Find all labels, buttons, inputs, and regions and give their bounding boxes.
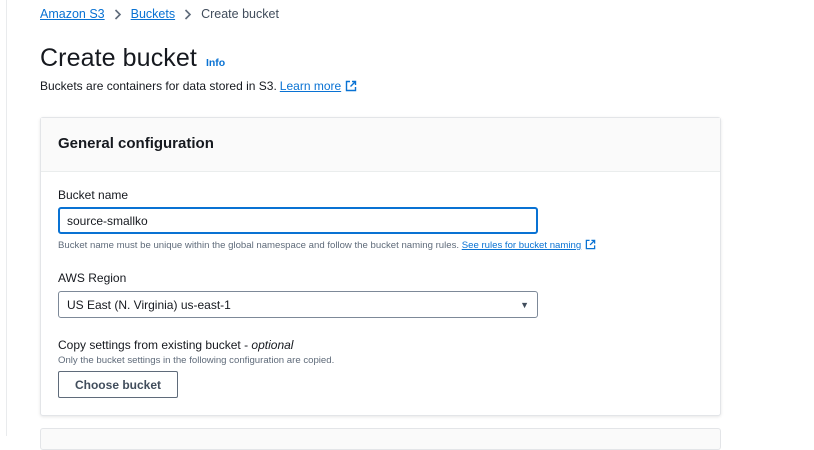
next-panel bbox=[40, 428, 721, 450]
info-link[interactable]: Info bbox=[206, 57, 225, 69]
breadcrumb: Amazon S3 Buckets Create bucket bbox=[40, 7, 279, 21]
chevron-right-icon bbox=[184, 8, 192, 20]
aws-region-label: AWS Region bbox=[58, 271, 127, 285]
bucket-name-hint: Bucket name must be unique within the gl… bbox=[58, 239, 596, 253]
choose-bucket-button[interactable]: Choose bucket bbox=[58, 371, 178, 398]
bucket-name-hint-text: Bucket name must be unique within the gl… bbox=[58, 240, 460, 251]
external-link-icon bbox=[585, 239, 596, 253]
bucket-name-input[interactable] bbox=[58, 207, 538, 234]
breadcrumb-amazon-s3[interactable]: Amazon S3 bbox=[40, 7, 105, 21]
optional-tag: optional bbox=[251, 338, 294, 352]
aws-region-value: US East (N. Virginia) us-east-1 bbox=[67, 297, 231, 312]
learn-more-label: Learn more bbox=[279, 79, 342, 93]
caret-down-icon: ▼ bbox=[520, 299, 529, 310]
copy-settings-label-text: Copy settings from existing bucket - bbox=[58, 338, 249, 352]
chevron-right-icon bbox=[114, 8, 122, 20]
bucket-naming-rules-label: See rules for bucket naming bbox=[461, 240, 582, 251]
panel-header: General configuration bbox=[41, 118, 720, 172]
bucket-naming-rules-link[interactable]: See rules for bucket naming bbox=[461, 239, 596, 253]
general-configuration-panel: General configuration Bucket name Bucket… bbox=[40, 117, 721, 416]
panel-title: General configuration bbox=[58, 135, 214, 152]
breadcrumb-buckets[interactable]: Buckets bbox=[131, 7, 175, 21]
copy-settings-hint: Only the bucket settings in the followin… bbox=[58, 355, 335, 366]
aws-region-select[interactable]: US East (N. Virginia) us-east-1 ▼ bbox=[58, 291, 538, 318]
page-title: Create bucket bbox=[40, 44, 197, 72]
left-border bbox=[6, 0, 7, 436]
copy-settings-label: Copy settings from existing bucket - opt… bbox=[58, 338, 293, 352]
page-header: Create bucket Info bbox=[40, 44, 225, 73]
learn-more-link[interactable]: Learn more bbox=[280, 79, 357, 93]
external-link-icon bbox=[345, 80, 357, 95]
breadcrumb-current: Create bucket bbox=[201, 7, 279, 21]
description-text: Buckets are containers for data stored i… bbox=[40, 79, 277, 93]
page-description: Buckets are containers for data stored i… bbox=[40, 79, 357, 95]
bucket-name-label: Bucket name bbox=[58, 188, 129, 202]
